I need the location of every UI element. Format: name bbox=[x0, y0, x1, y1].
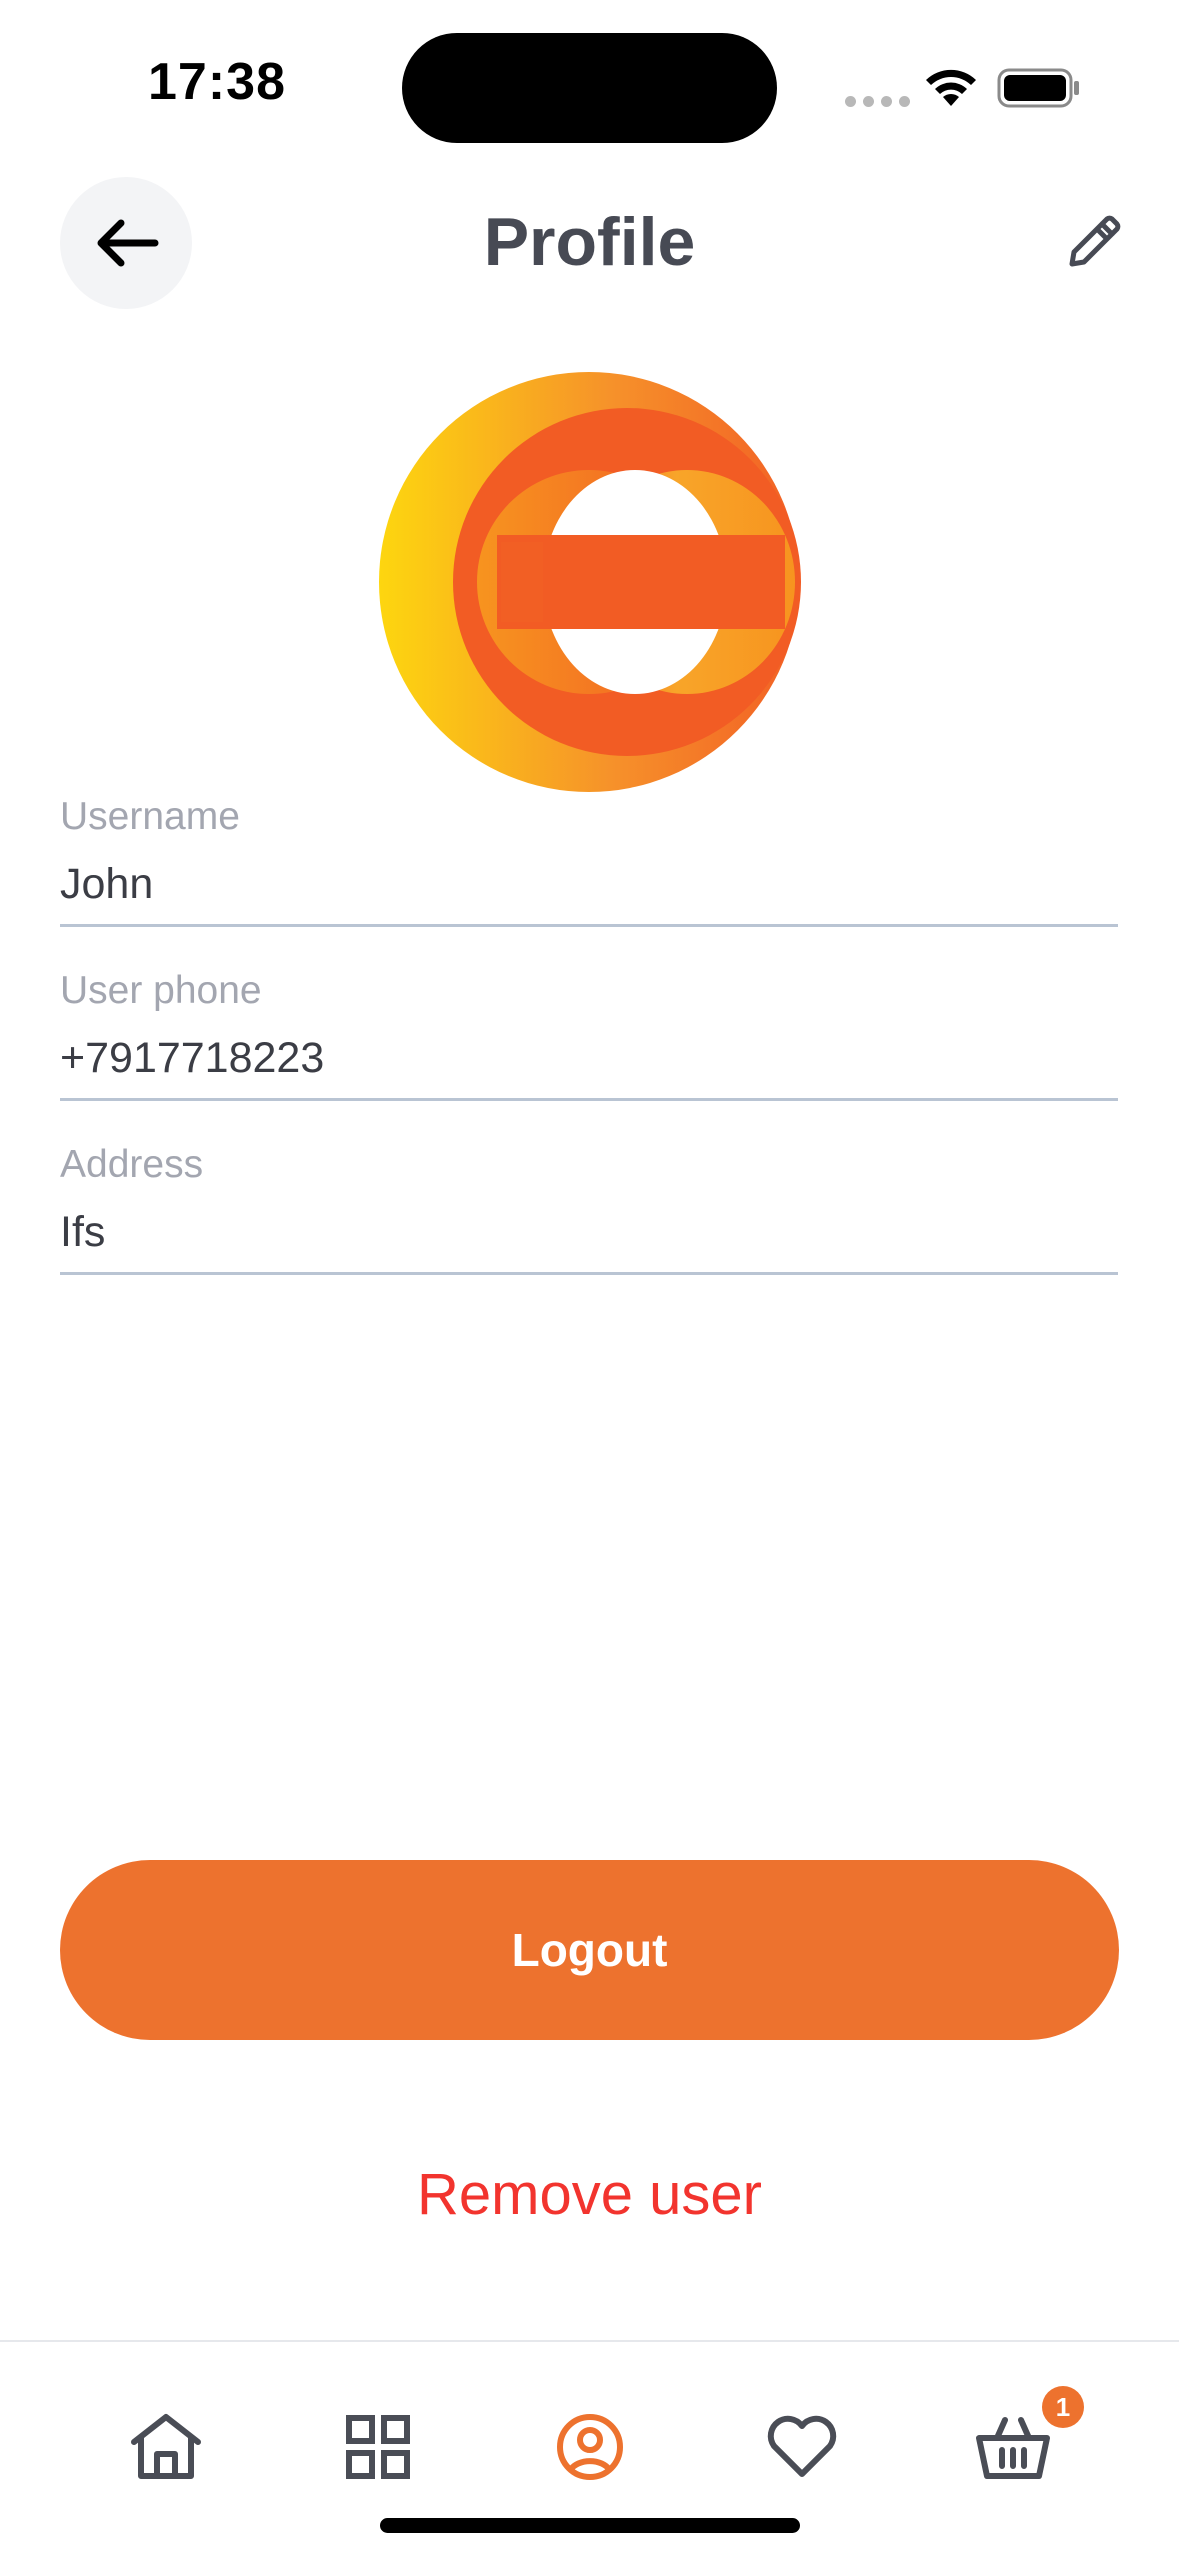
user-circle-icon bbox=[557, 2414, 623, 2480]
heart-icon bbox=[767, 2415, 837, 2477]
home-icon bbox=[131, 2414, 201, 2479]
remove-user-button[interactable]: Remove user bbox=[0, 2160, 1179, 2229]
logout-button[interactable]: Logout bbox=[60, 1860, 1119, 2040]
username-input[interactable] bbox=[60, 842, 1118, 927]
username-field: Username bbox=[60, 792, 1118, 927]
phone-label: User phone bbox=[60, 969, 262, 1012]
tab-favorites[interactable] bbox=[757, 2402, 847, 2492]
tab-profile[interactable] bbox=[545, 2402, 635, 2492]
phone-field: User phone bbox=[60, 966, 1118, 1101]
home-indicator bbox=[380, 2518, 800, 2533]
status-time: 17:38 bbox=[148, 53, 286, 111]
cart-badge: 1 bbox=[1042, 2386, 1084, 2428]
battery-icon bbox=[997, 68, 1079, 108]
username-label: Username bbox=[60, 795, 240, 838]
address-field: Address bbox=[60, 1140, 1118, 1275]
basket-icon bbox=[976, 2417, 1050, 2479]
tab-home[interactable] bbox=[121, 2402, 211, 2492]
phone-input[interactable] bbox=[60, 1016, 1118, 1101]
grid-icon bbox=[346, 2415, 410, 2479]
address-input[interactable] bbox=[60, 1190, 1118, 1275]
avatar[interactable] bbox=[377, 372, 801, 792]
tab-catalog[interactable] bbox=[333, 2402, 423, 2492]
dynamic-island bbox=[402, 33, 777, 143]
cellular-signal-icon bbox=[845, 96, 910, 107]
pencil-icon[interactable] bbox=[1062, 212, 1124, 274]
address-label: Address bbox=[60, 1143, 204, 1186]
page-title: Profile bbox=[483, 204, 696, 280]
wifi-icon bbox=[926, 69, 976, 106]
